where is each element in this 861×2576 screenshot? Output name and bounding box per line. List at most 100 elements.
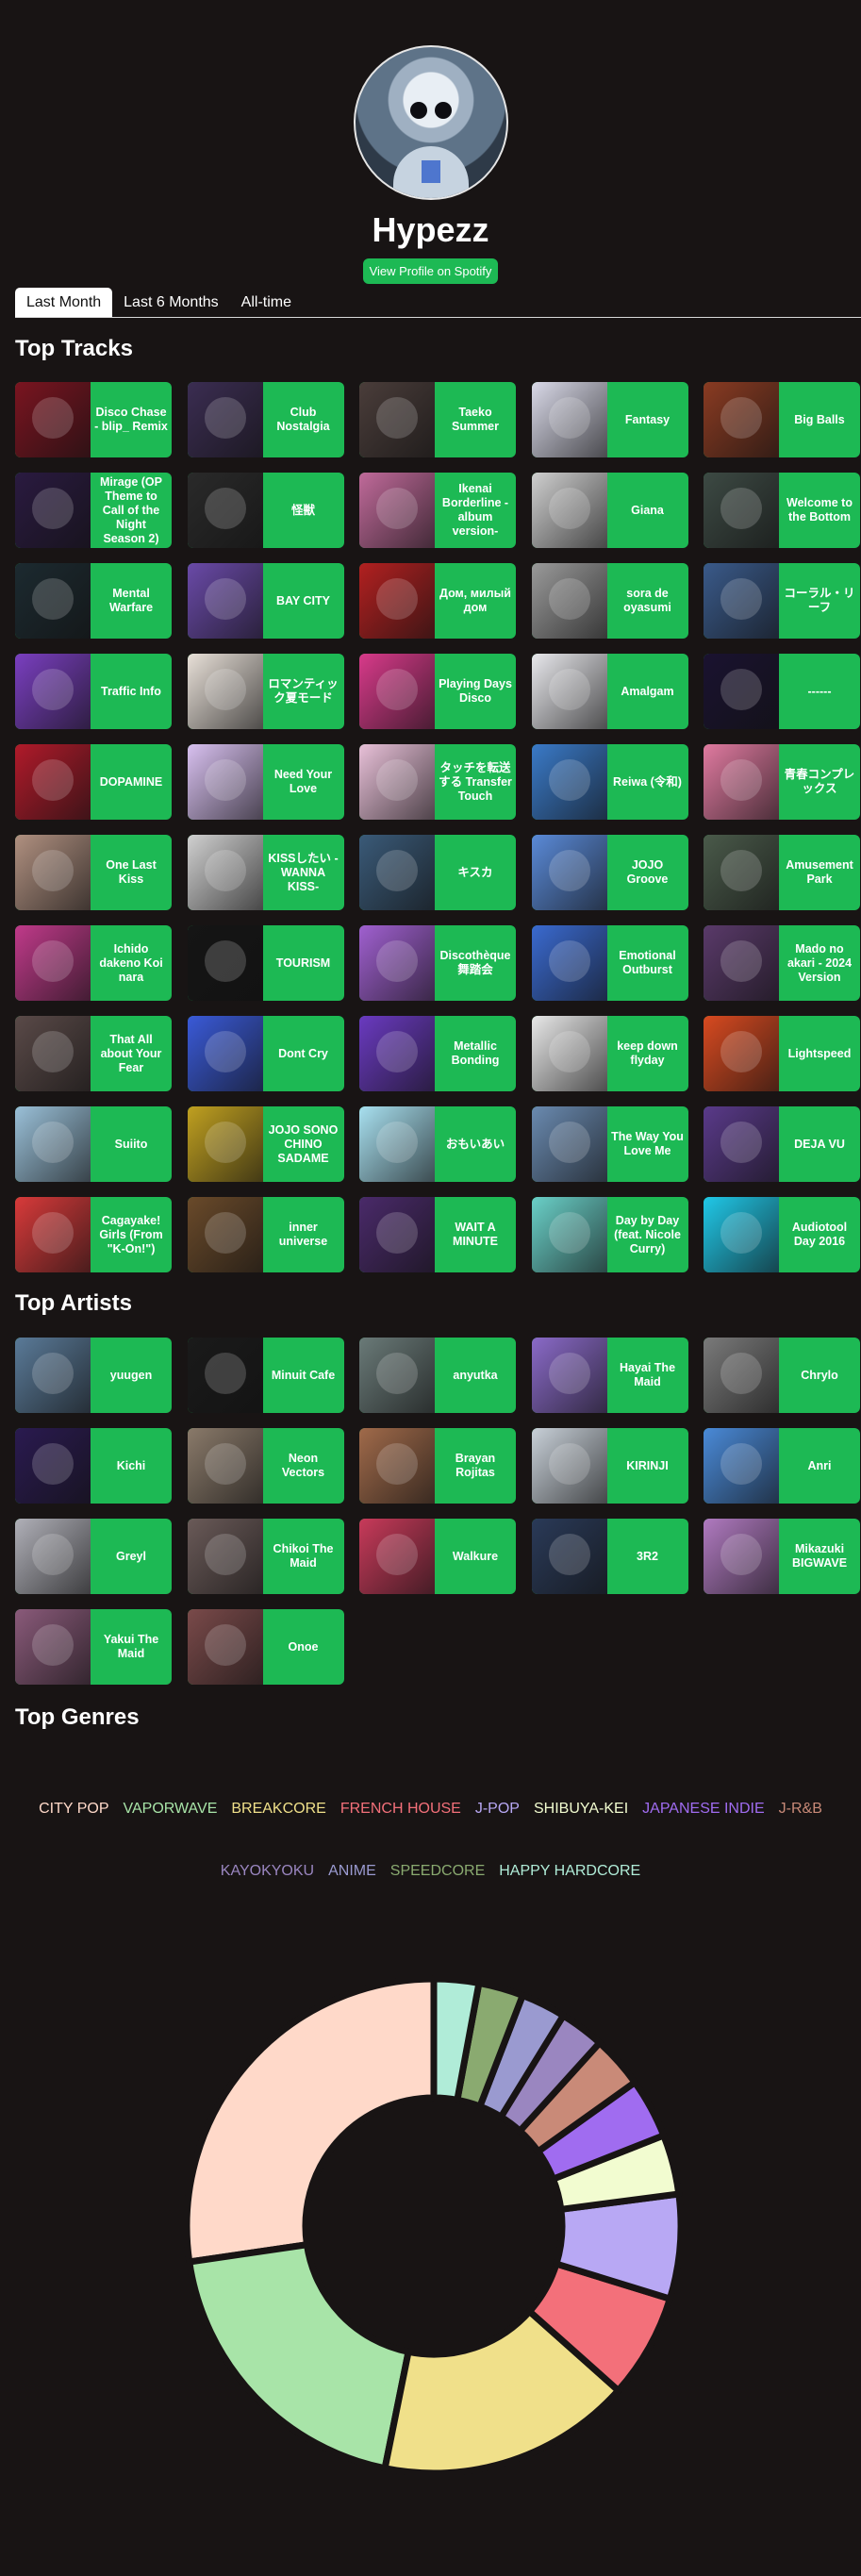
- track-card[interactable]: Mirage (OP Theme to Call of the Night Se…: [15, 473, 172, 548]
- track-artwork: [704, 925, 779, 1001]
- artist-card[interactable]: Greyl: [15, 1519, 172, 1594]
- track-card[interactable]: BAY CITY: [187, 563, 344, 639]
- track-card[interactable]: Ichido dakeno Koi nara: [15, 925, 172, 1001]
- track-card[interactable]: Lightspeed: [704, 1016, 860, 1091]
- track-artwork: [187, 1106, 263, 1182]
- track-title: おもいあい: [445, 1137, 505, 1151]
- track-title: Reiwa (令和): [613, 774, 682, 789]
- artist-card[interactable]: Neon Vectors: [187, 1428, 344, 1504]
- tab-last-6-months[interactable]: Last 6 Months: [112, 288, 230, 318]
- username: Hypezz: [372, 210, 489, 249]
- track-artwork: [704, 563, 779, 639]
- track-artwork: [359, 473, 435, 548]
- artist-card[interactable]: Brayan Rojitas: [359, 1428, 516, 1504]
- track-card[interactable]: Mado no akari - 2024 Version: [704, 925, 860, 1001]
- track-title: Discothèque舞踏会: [439, 949, 511, 976]
- artist-card[interactable]: Mikazuki BIGWAVE: [704, 1519, 860, 1594]
- artist-card[interactable]: Chrylo: [704, 1338, 860, 1413]
- artist-artwork: [15, 1428, 91, 1504]
- tab-all-time[interactable]: All-time: [230, 288, 303, 318]
- top-artists-heading: Top Artists: [15, 1290, 132, 1316]
- track-card[interactable]: Playing Days Disco: [359, 654, 516, 729]
- track-card[interactable]: ------: [704, 654, 860, 729]
- track-artwork: [704, 1197, 779, 1272]
- track-card[interactable]: TOURISM: [187, 925, 344, 1001]
- artist-card[interactable]: Chikoi The Maid: [187, 1519, 344, 1594]
- track-card[interactable]: Welcome to the Bottom: [704, 473, 860, 548]
- track-card[interactable]: Traffic Info: [15, 654, 172, 729]
- track-artwork: [704, 744, 779, 820]
- track-card[interactable]: Ikenai Borderline - album version-: [359, 473, 516, 548]
- donut-slice-vaporwave[interactable]: [186, 2241, 412, 2472]
- avatar-glasses-left: [409, 102, 427, 119]
- track-title: ------: [807, 684, 832, 698]
- track-artwork: [359, 1016, 435, 1091]
- track-card[interactable]: Amalgam: [531, 654, 688, 729]
- track-card[interactable]: JOJO Groove: [531, 835, 688, 910]
- track-artwork: [704, 1016, 779, 1091]
- track-artwork: [359, 563, 435, 639]
- track-card[interactable]: Taeko Summer: [359, 382, 516, 457]
- artist-card[interactable]: Minuit Cafe: [187, 1338, 344, 1413]
- track-card[interactable]: おもいあい: [359, 1106, 516, 1182]
- track-card[interactable]: ロマンティック夏モード: [187, 654, 344, 729]
- track-card[interactable]: Discothèque舞踏会: [359, 925, 516, 1001]
- track-card[interactable]: Disco Chase - blip_ Remix: [15, 382, 172, 457]
- artist-title: Anri: [807, 1458, 832, 1472]
- track-card[interactable]: Amusement Park: [704, 835, 860, 910]
- track-artwork: [531, 1197, 607, 1272]
- track-card[interactable]: Dont Cry: [187, 1016, 344, 1091]
- track-title: Club Nostalgia: [276, 406, 330, 433]
- track-card[interactable]: Day by Day (feat. Nicole Curry): [531, 1197, 688, 1272]
- track-card[interactable]: KISSしたい - WANNA KISS-: [187, 835, 344, 910]
- genre-legend-item: SHIBUYA-KEI: [533, 1801, 629, 1817]
- track-card[interactable]: Mental Warfare: [15, 563, 172, 639]
- artist-card[interactable]: Anri: [704, 1428, 860, 1504]
- artist-card[interactable]: Onoe: [187, 1609, 344, 1685]
- track-card[interactable]: Emotional Outburst: [531, 925, 688, 1001]
- artist-artwork: [531, 1338, 607, 1413]
- track-card[interactable]: 青春コンプレックス: [704, 744, 860, 820]
- track-card[interactable]: Giana: [531, 473, 688, 548]
- artist-card[interactable]: KIRINJI: [531, 1428, 688, 1504]
- track-card[interactable]: Reiwa (令和): [531, 744, 688, 820]
- track-card[interactable]: That All about Your Fear: [15, 1016, 172, 1091]
- track-card[interactable]: Cagayake! Girls (From "K-On!"): [15, 1197, 172, 1272]
- artist-card[interactable]: Hayai The Maid: [531, 1338, 688, 1413]
- donut-slice-city-pop[interactable]: [183, 1975, 438, 2266]
- artist-artwork: [15, 1609, 91, 1685]
- track-card[interactable]: Club Nostalgia: [187, 382, 344, 457]
- track-card[interactable]: Big Balls: [704, 382, 860, 457]
- track-artwork: [359, 382, 435, 457]
- track-card[interactable]: コーラル・リーフ: [704, 563, 860, 639]
- track-card[interactable]: JOJO SONO CHINO SADAME: [187, 1106, 344, 1182]
- track-card[interactable]: One Last Kiss: [15, 835, 172, 910]
- track-card[interactable]: タッチを転送する Transfer Touch: [359, 744, 516, 820]
- view-profile-button[interactable]: View Profile on Spotify: [362, 258, 499, 284]
- track-card[interactable]: キスカ: [359, 835, 516, 910]
- artist-card[interactable]: 3R2: [531, 1519, 688, 1594]
- track-card[interactable]: The Way You Love Me: [531, 1106, 688, 1182]
- artist-card[interactable]: yuugen: [15, 1338, 172, 1413]
- artist-card[interactable]: Yakui The Maid: [15, 1609, 172, 1685]
- track-card[interactable]: sora de oyasumi: [531, 563, 688, 639]
- track-card[interactable]: Metallic Bonding: [359, 1016, 516, 1091]
- tab-last-month[interactable]: Last Month: [15, 288, 113, 318]
- track-card[interactable]: Fantasy: [531, 382, 688, 457]
- track-title: Taeko Summer: [451, 406, 500, 433]
- track-card[interactable]: 怪獣: [187, 473, 344, 548]
- track-card[interactable]: DEJA VU: [704, 1106, 860, 1182]
- track-card[interactable]: Audiotool Day 2016: [704, 1197, 860, 1272]
- track-card[interactable]: Дом, милый дом: [359, 563, 516, 639]
- track-card[interactable]: WAIT A MINUTE: [359, 1197, 516, 1272]
- artist-card[interactable]: Kichi: [15, 1428, 172, 1504]
- artist-card[interactable]: Walkure: [359, 1519, 516, 1594]
- track-title: 青春コンプレックス: [784, 768, 855, 795]
- track-card[interactable]: Suiito: [15, 1106, 172, 1182]
- track-card[interactable]: DOPAMINE: [15, 744, 172, 820]
- track-card[interactable]: Need Your Love: [187, 744, 344, 820]
- track-card[interactable]: inner universe: [187, 1197, 344, 1272]
- track-title: TOURISM: [275, 956, 331, 970]
- track-card[interactable]: keep down flyday: [531, 1016, 688, 1091]
- artist-card[interactable]: anyutka: [359, 1338, 516, 1413]
